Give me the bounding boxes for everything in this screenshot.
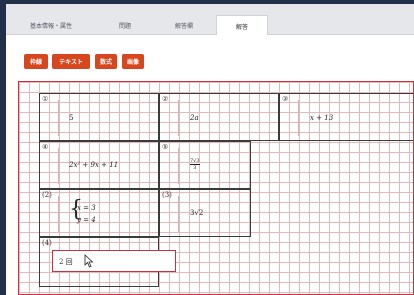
tab-answer[interactable]: 解答 [216,15,268,36]
cell-answer: 2a [190,114,199,122]
mouse-pointer-icon [84,254,94,268]
system-equation-2: y = 4 [77,216,96,224]
tab-bar: 基本情報・属性 問題 解答欄 解答 [6,4,414,36]
cell-divider [298,100,299,136]
cell-answer: x + 13 [310,114,334,122]
app-window: 基本情報・属性 問題 解答欄 解答 枠線 テキスト 数式 画像 ① 5 ② 2a… [6,4,414,295]
tab-basic-info[interactable]: 基本情報・属性 [22,17,80,34]
answer-input-value: 2 回 [59,258,73,266]
answer-cell-2[interactable]: ② 2a [159,93,279,141]
cell-answer-system: { x = 3 y = 4 [69,199,129,228]
cell-divider [58,196,59,232]
cell-answer-fraction: 7√3 3 [190,156,200,171]
border-button[interactable]: 枠線 [24,54,48,69]
cell-answer: 3√2 [190,209,204,217]
answer-sheet: ① 5 ② 2a ③ x + 13 ④ 2x² + 9x + 11 ⑤ 7√3 [18,81,414,295]
answer-cell-root[interactable]: (3) 3√2 [159,189,251,237]
image-button[interactable]: 画像 [122,54,144,69]
tab-problem[interactable]: 問題 [110,17,140,34]
tab-answer-field[interactable]: 解答欄 [162,17,206,34]
cell-number: ① [42,95,49,103]
answer-cell-1[interactable]: ① 5 [39,93,159,141]
cell-number: ② [162,95,169,103]
cell-divider [178,148,179,184]
cell-answer: 2x² + 9x + 11 [69,161,119,169]
answer-cell-3[interactable]: ③ x + 13 [279,93,413,141]
cell-number: ④ [42,143,49,151]
cell-divider [58,148,59,184]
cell-divider [58,100,59,136]
answer-cell-4[interactable]: ④ 2x² + 9x + 11 [39,141,159,189]
answer-cell-5[interactable]: ⑤ 7√3 3 [159,141,251,189]
cell-number: (4) [42,239,52,247]
text-button[interactable]: テキスト [52,54,90,69]
cell-answer: 5 [69,114,74,122]
fraction-denominator: 3 [193,165,197,171]
system-equation-1: x = 3 [77,204,96,212]
formula-button[interactable]: 数式 [95,54,117,69]
cell-divider [178,196,179,232]
cell-number: (2) [42,191,52,199]
toolbar: 枠線 テキスト 数式 画像 [6,35,414,69]
cell-number: ⑤ [162,143,169,151]
answer-input-box[interactable]: 2 回 [52,250,176,272]
answer-cell-system[interactable]: (2) { x = 3 y = 4 [39,189,159,237]
cell-divider [178,100,179,136]
cell-number: (3) [162,191,172,199]
cell-number: ③ [282,95,289,103]
